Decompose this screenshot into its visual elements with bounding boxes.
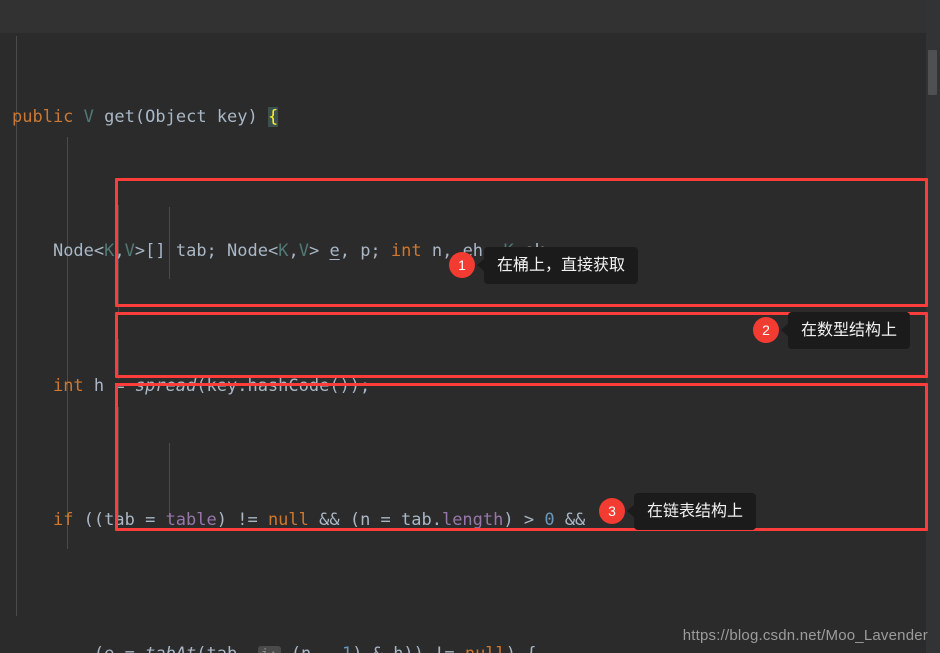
watermark-url: https://blog.csdn.net/Moo_Lavender [682,627,928,644]
annotation-badge-1: 1 [449,252,475,278]
code-line-4: if ((tab = table) != null && (n = tab.le… [52,509,586,530]
annotation-callout-1: 1 在桶上，直接获取 [449,246,639,284]
annotation-callout-2: 2 在数型结构上 [753,311,911,349]
annotation-bubble-2: 在数型结构上 [788,311,911,349]
annotation-bubble-3: 在链表结构上 [634,492,757,530]
code-line-3: int h = spread(key.hashCode()); [52,375,371,396]
inlay-hint-param: i: [257,646,281,653]
annotation-bubble-1: 在桶上，直接获取 [484,246,639,284]
code-line-1: public V get(Object key) { [12,106,279,127]
screenshot-root: public V get(Object key) { Node<K,V>[] t… [0,0,940,653]
vertical-scrollbar-thumb[interactable] [928,50,937,95]
annotation-badge-3: 3 [599,498,625,524]
vertical-scrollbar-track[interactable] [926,0,940,653]
annotation-callout-3: 3 在链表结构上 [599,492,757,530]
annotation-badge-2: 2 [753,317,779,343]
